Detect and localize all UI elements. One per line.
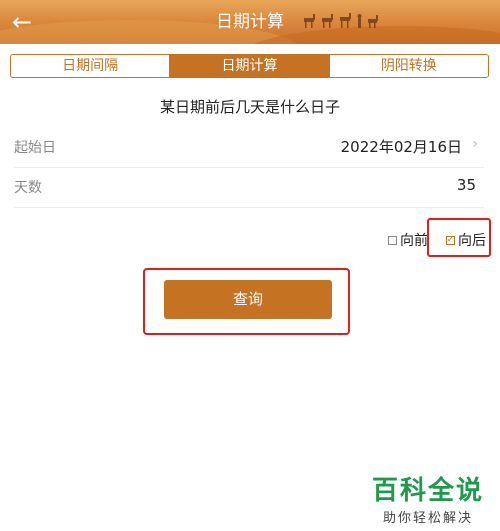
mode-tabs: 日期间隔 日期计算 阴阳转换: [10, 54, 489, 78]
days-label: 天数: [14, 180, 42, 196]
page-title: 日期计算: [216, 12, 284, 32]
highlight-box: [143, 268, 350, 335]
days-row[interactable]: 天数 35: [14, 168, 484, 208]
start-date-value[interactable]: 2022年02月16日: [341, 136, 462, 157]
start-date-row[interactable]: 起始日 2022年02月16日 ›: [14, 128, 484, 168]
tab-date-interval[interactable]: 日期间隔: [11, 55, 170, 77]
start-date-label: 起始日: [14, 140, 56, 156]
highlight-box: [427, 218, 491, 257]
watermark-logo: 百科全说 助你轻松解决: [372, 470, 484, 526]
days-input[interactable]: 35: [457, 176, 476, 194]
section-subtitle: 某日期前后几天是什么日子: [159, 98, 340, 116]
chevron-right-icon: ›: [472, 136, 478, 152]
before-checkbox[interactable]: [388, 235, 397, 245]
watermark-title: 百科全说: [371, 476, 484, 506]
tab-date-calculation[interactable]: 日期计算: [169, 55, 329, 77]
tab-lunar-conversion[interactable]: 阴阳转换: [328, 55, 488, 77]
app-header: ← 日期计算: [0, 0, 500, 44]
before-label: 向前: [400, 233, 428, 249]
watermark-subtitle: 助你轻松解决: [382, 511, 473, 526]
before-option[interactable]: 向前: [388, 230, 428, 250]
